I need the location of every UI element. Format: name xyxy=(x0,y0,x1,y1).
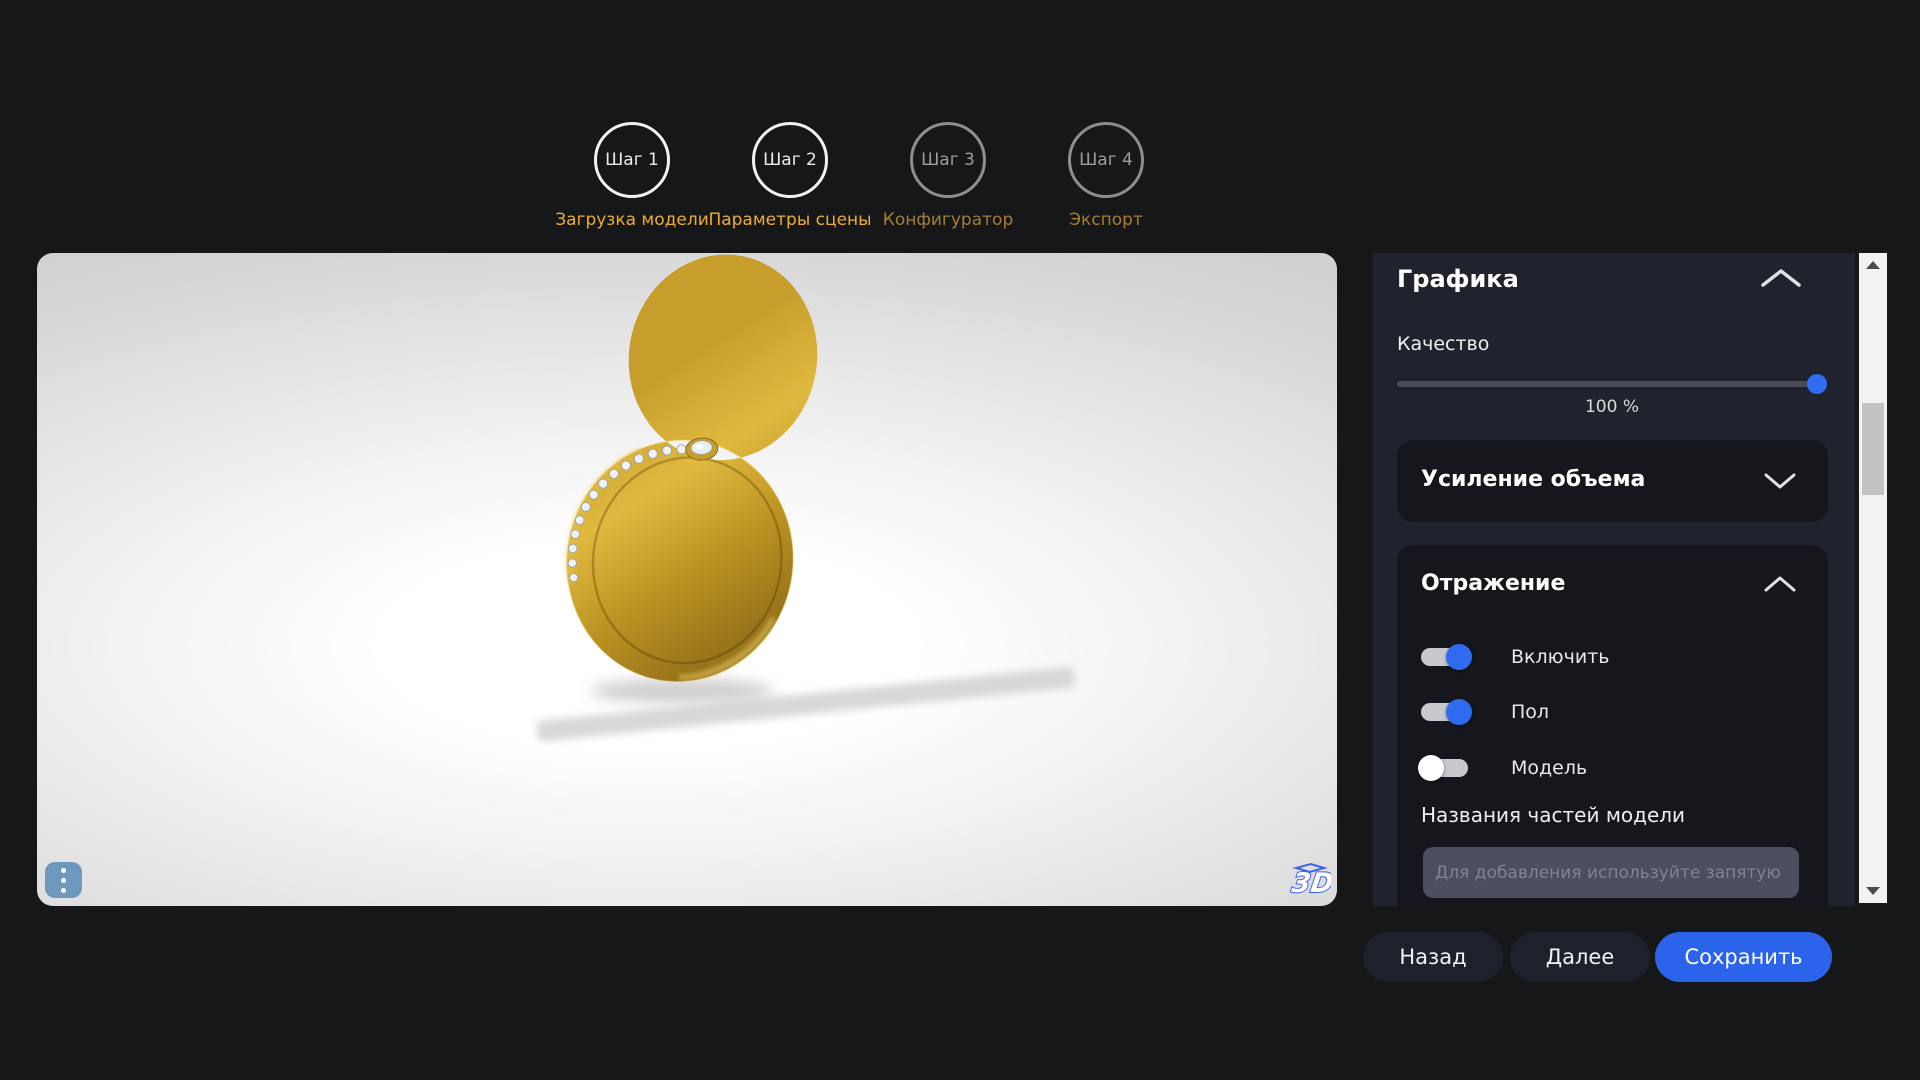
step-3-circle-label: Шаг 3 xyxy=(921,150,975,170)
toggle-knob[interactable] xyxy=(1446,699,1472,725)
kebab-dot xyxy=(61,887,66,893)
step-1-circle-label: Шаг 1 xyxy=(605,150,659,170)
step-3-label: Конфигуратор xyxy=(882,210,1014,230)
chevron-down-icon[interactable] xyxy=(1763,472,1797,490)
step-1-label: Загрузка модели xyxy=(555,210,709,230)
scrollbar-thumb[interactable] xyxy=(1862,403,1884,495)
panel-scrollbar[interactable] xyxy=(1859,253,1887,903)
reflection-title: Отражение xyxy=(1421,571,1566,596)
step-1-circle[interactable]: Шаг 1 xyxy=(594,122,670,198)
toggle-knob[interactable] xyxy=(1446,644,1472,670)
reflection-card: Отражение Включить Пол Модель Названия ч… xyxy=(1397,545,1828,906)
step-2-label: Параметры сцены xyxy=(708,210,872,230)
step-2-circle[interactable]: Шаг 2 xyxy=(752,122,828,198)
volume-boost-card[interactable]: Усиление объема xyxy=(1397,440,1828,522)
triangle-up-icon xyxy=(1866,261,1880,269)
quality-slider-thumb[interactable] xyxy=(1807,374,1827,394)
step-3[interactable]: Шаг 3 Конфигуратор xyxy=(869,122,1027,230)
step-4-circle[interactable]: Шаг 4 xyxy=(1068,122,1144,198)
scroll-down-arrow[interactable] xyxy=(1859,881,1887,901)
step-4-label: Экспорт xyxy=(1069,210,1143,230)
chevron-up-icon[interactable] xyxy=(1763,575,1797,593)
chevron-up-icon[interactable] xyxy=(1759,267,1803,289)
toggle-floor-reflection[interactable]: Пол xyxy=(1421,699,1549,725)
step-3-circle[interactable]: Шаг 3 xyxy=(910,122,986,198)
step-wizard: Шаг 1 Загрузка модели Шаг 2 Параметры сц… xyxy=(553,122,1185,230)
viewport-menu-button[interactable] xyxy=(45,862,82,898)
step-4[interactable]: Шаг 4 Экспорт xyxy=(1027,122,1185,230)
scroll-up-arrow[interactable] xyxy=(1859,255,1887,275)
next-button[interactable]: Далее xyxy=(1510,932,1650,982)
3d-viewport[interactable]: 3D xyxy=(37,253,1337,906)
toggle-floor-label: Пол xyxy=(1511,701,1550,723)
step-2-circle-label: Шаг 2 xyxy=(763,150,817,170)
kebab-dot xyxy=(61,877,66,883)
save-button[interactable]: Сохранить xyxy=(1655,932,1832,982)
step-1[interactable]: Шаг 1 Загрузка модели xyxy=(553,122,711,230)
step-4-circle-label: Шаг 4 xyxy=(1079,150,1133,170)
quality-label: Качество xyxy=(1397,333,1490,355)
toggle-enable-label: Включить xyxy=(1511,646,1610,668)
quality-slider[interactable] xyxy=(1397,374,1827,394)
model-parts-input[interactable] xyxy=(1423,847,1799,898)
toggle-model-label: Модель xyxy=(1511,757,1588,779)
kebab-dot xyxy=(61,867,66,873)
graphics-section-title: Графика xyxy=(1397,265,1519,293)
quality-value: 100 % xyxy=(1584,397,1639,417)
toggle-track[interactable] xyxy=(1418,755,1468,781)
triangle-down-icon xyxy=(1866,887,1880,895)
back-button[interactable]: Назад xyxy=(1363,932,1503,982)
toggle-enable-reflection[interactable]: Включить xyxy=(1421,644,1610,670)
model-parts-label: Названия частей модели xyxy=(1421,803,1686,827)
ring-3d-model xyxy=(536,253,1075,906)
volume-boost-title: Усиление объема xyxy=(1421,467,1646,492)
quality-slider-track[interactable] xyxy=(1397,381,1827,387)
3d-engine-logo-icon: 3D xyxy=(1289,862,1331,900)
scene-settings-panel: Графика Качество 100 % Усиление объема О… xyxy=(1373,253,1855,906)
step-2[interactable]: Шаг 2 Параметры сцены xyxy=(708,122,872,230)
toggle-track[interactable] xyxy=(1421,644,1472,670)
toggle-knob[interactable] xyxy=(1418,755,1444,781)
toggle-model-reflection[interactable]: Модель xyxy=(1418,755,1588,781)
toggle-track[interactable] xyxy=(1421,699,1472,725)
